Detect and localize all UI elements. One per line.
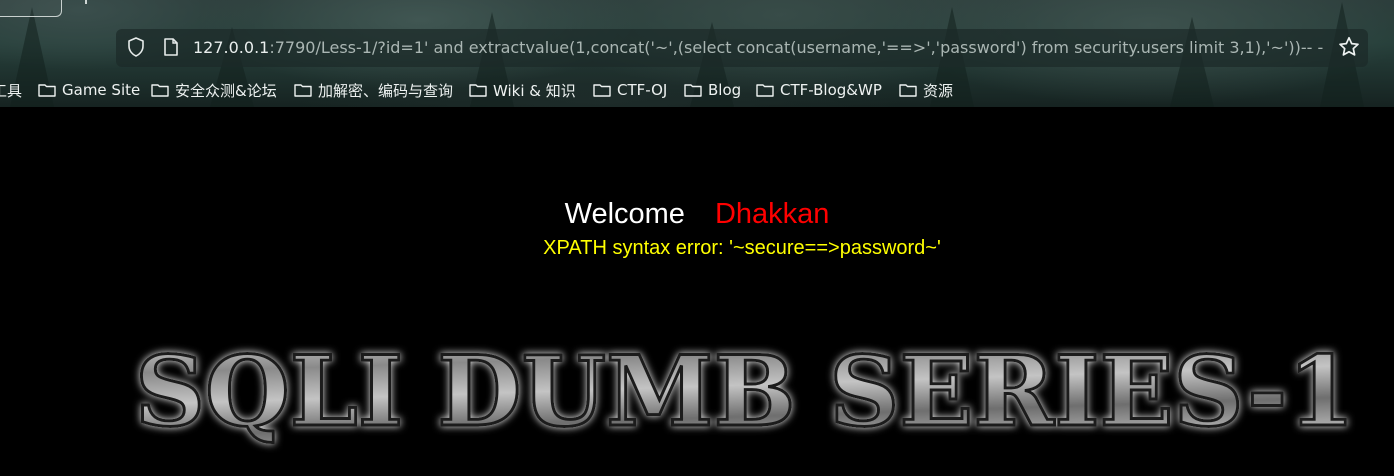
bookmark-label: CTF-Blog&WP bbox=[780, 81, 882, 99]
welcome-text: Welcome bbox=[564, 198, 685, 230]
bookmark-folder-game-site[interactable]: Game Site bbox=[38, 78, 140, 102]
bookmark-label: Game Site bbox=[62, 81, 141, 99]
shield-icon[interactable] bbox=[127, 37, 145, 57]
bookmarks-toolbar: 工具 Game Site 安全众测&论坛 加解密、编码与查询 Wiki & 知识… bbox=[0, 78, 1394, 102]
url-path: :7790/Less-1/?id=1' and extractvalue(1,c… bbox=[269, 38, 1324, 57]
banner-image: SQLI DUMB SERIES-1 bbox=[134, 334, 1357, 450]
folder-icon bbox=[756, 84, 774, 97]
bookmark-folder-ctf-oj[interactable]: CTF-OJ bbox=[593, 78, 667, 102]
page-content: Welcome Dhakkan XPATH syntax error: '~sec… bbox=[0, 107, 1394, 476]
folder-icon bbox=[593, 84, 611, 97]
bookmark-label: 加解密、编码与查询 bbox=[318, 81, 454, 100]
bookmark-label: 资源 bbox=[923, 81, 954, 100]
folder-icon bbox=[469, 84, 487, 97]
bookmark-folder-blog[interactable]: Blog bbox=[684, 78, 741, 102]
bookmark-label: 安全众测&论坛 bbox=[175, 81, 277, 100]
bookmark-label: Wiki & 知识 bbox=[493, 81, 576, 100]
bookmark-tools[interactable]: 工具 bbox=[0, 78, 22, 102]
bookmark-folder-security[interactable]: 安全众测&论坛 bbox=[151, 78, 277, 102]
banner-title: SQLI DUMB SERIES-1 bbox=[135, 335, 1355, 448]
welcome-line: Welcome Dhakkan bbox=[0, 197, 1394, 231]
bookmark-folder-ctf-blog[interactable]: CTF-Blog&WP bbox=[756, 78, 882, 102]
page-icon[interactable] bbox=[163, 37, 179, 57]
error-message: XPATH syntax error: '~secure==>password~… bbox=[543, 237, 941, 259]
bookmark-label: CTF-OJ bbox=[617, 81, 668, 99]
folder-icon bbox=[38, 84, 56, 97]
folder-icon bbox=[684, 84, 702, 97]
bookmark-folder-resources[interactable]: 资源 bbox=[899, 78, 953, 102]
folder-icon bbox=[899, 84, 917, 97]
bookmark-label: 工具 bbox=[0, 81, 23, 100]
bookmark-star-icon[interactable] bbox=[1338, 36, 1360, 58]
bookmark-folder-crypto[interactable]: 加解密、编码与查询 bbox=[294, 78, 453, 102]
folder-icon bbox=[151, 84, 169, 97]
folder-icon bbox=[294, 84, 312, 97]
url-text[interactable]: 127.0.0.1:7790/Less-1/?id=1' and extract… bbox=[193, 37, 1328, 59]
browser-tab[interactable] bbox=[0, 0, 62, 17]
user-name: Dhakkan bbox=[714, 198, 830, 230]
bookmark-label: Blog bbox=[708, 81, 742, 99]
browser-chrome: 127.0.0.1:7790/Less-1/?id=1' and extract… bbox=[0, 0, 1394, 107]
tab-separator bbox=[85, 0, 87, 4]
bookmark-folder-wiki[interactable]: Wiki & 知识 bbox=[469, 78, 576, 102]
url-host: 127.0.0.1 bbox=[193, 38, 270, 57]
